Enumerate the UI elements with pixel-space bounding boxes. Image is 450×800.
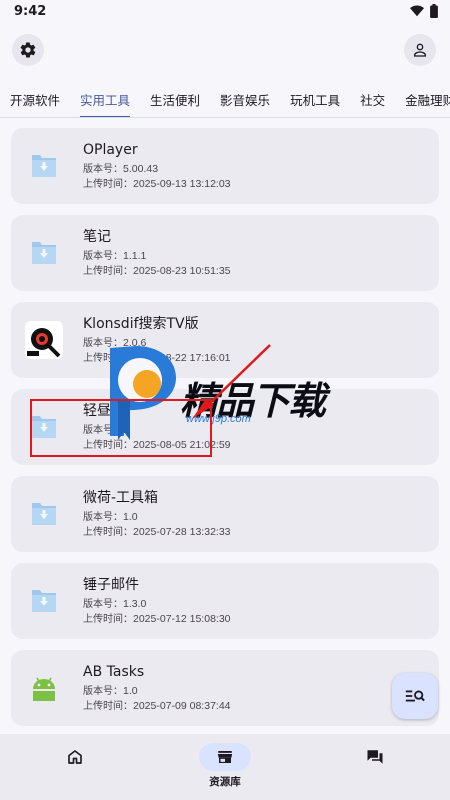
tab-0[interactable]: 开源软件 [0,82,70,117]
app-version: 版本号：1.3.0 [83,597,231,612]
app-card[interactable]: 笔记 版本号：1.1.1 上传时间：2025-08-23 10:51:35 [11,215,439,291]
status-time: 9:42 [14,3,47,19]
app-list: OPlayer 版本号：5.00.43 上传时间：2025-09-13 13:12:… [11,128,439,737]
app-name: Klonsdif搜索TV版 [83,315,199,332]
upload-label: 上传时间： [83,439,133,451]
android-icon [25,669,63,707]
download-box-icon [25,147,63,185]
app-version: 版本号：1.0 [83,510,231,525]
nav-item-store[interactable]: 资源库 [150,734,300,800]
app-name: AB Tasks [83,663,145,680]
app-version: 版本号：1.1.1 [83,249,231,264]
version-value: 1.0 [123,510,138,523]
app-card[interactable]: 微荷-工具箱 版本号：1.0 上传时间：2025-07-28 13:32:33 [11,476,439,552]
app-upload-time: 上传时间：2025-08-05 21:02:59 [83,438,231,453]
version-label: 版本号： [83,511,123,523]
wifi-icon [410,5,424,17]
tab-1[interactable]: 实用工具 [70,82,140,117]
upload-value: 2025-07-12 15:08:30 [133,612,231,625]
download-box-icon [25,495,63,533]
home-icon [49,743,101,771]
search-list-icon [405,690,425,702]
battery-icon [430,4,438,18]
settings-button[interactable] [12,34,44,66]
forum-icon [349,743,401,771]
app-version: 版本号：1 [83,423,231,438]
app-upload-time: 上传时间：2025-07-28 13:32:33 [83,525,231,540]
version-label: 版本号： [83,163,123,175]
app-card[interactable]: 轻昼 版本号：1 上传时间：2025-08-05 21:02:59 [11,389,439,465]
upload-label: 上传时间： [83,700,133,712]
bottom-navigation: 资源库 [0,734,450,800]
status-bar: 9:42 [0,0,450,22]
app-card[interactable]: Klonsdif搜索TV版 版本号：2.0.6 上传时间：2025-08-22 17… [11,302,439,378]
tab-4[interactable]: 玩机工具 [280,82,350,117]
app-upload-time: 上传时间：2025-07-09 08:37:44 [83,699,231,714]
app-upload-time: 上传时间：2025-08-22 17:16:01 [83,351,231,366]
klonsdif-logo-icon [25,321,63,359]
version-label: 版本号： [83,598,123,610]
upload-label: 上传时间： [83,352,133,364]
nav-item-home[interactable] [0,734,150,800]
upload-value: 2025-08-23 10:51:35 [133,264,231,277]
upload-value: 2025-08-22 17:16:01 [133,351,231,364]
nav-label: 资源库 [209,776,241,788]
store-icon [199,743,251,771]
upload-value: 2025-08-05 21:02:59 [133,438,231,451]
app-name: 微荷-工具箱 [83,489,159,506]
category-tabs: 开源软件实用工具生活便利影音娱乐玩机工具社交金融理财 [0,82,450,118]
version-value: 1.3.0 [123,597,147,610]
download-box-icon [25,234,63,272]
version-value: 5.00.43 [123,162,159,175]
app-name: 锤子邮件 [83,576,139,593]
upload-label: 上传时间： [83,265,133,277]
tab-5[interactable]: 社交 [350,82,395,117]
version-value: 1.0 [123,684,138,697]
app-name: 轻昼 [83,402,111,419]
version-label: 版本号： [83,685,123,697]
download-box-icon [25,582,63,620]
app-upload-time: 上传时间：2025-07-12 15:08:30 [83,612,231,627]
upload-value: 2025-07-09 08:37:44 [133,699,231,712]
account-button[interactable] [404,34,436,66]
app-upload-time: 上传时间：2025-09-13 13:12:03 [83,177,231,192]
tab-3[interactable]: 影音娱乐 [210,82,280,117]
app-version: 版本号：2.0.6 [83,336,231,351]
download-box-icon [25,408,63,446]
app-card[interactable]: 锤子邮件 版本号：1.3.0 上传时间：2025-07-12 15:08:30 [11,563,439,639]
search-list-button[interactable] [392,673,438,719]
upload-label: 上传时间： [83,526,133,538]
upload-label: 上传时间： [83,178,133,190]
version-label: 版本号： [83,424,123,436]
upload-label: 上传时间： [83,613,133,625]
tab-2[interactable]: 生活便利 [140,82,210,117]
tab-6[interactable]: 金融理财 [395,82,450,117]
app-version: 版本号：1.0 [83,684,231,699]
app-version: 版本号：5.00.43 [83,162,231,177]
app-upload-time: 上传时间：2025-08-23 10:51:35 [83,264,231,279]
upload-value: 2025-07-28 13:32:33 [133,525,231,538]
gear-icon [20,42,36,58]
app-card[interactable]: AB Tasks 版本号：1.0 上传时间：2025-07-09 08:37:44 [11,650,439,726]
version-value: 1 [123,423,129,436]
version-value: 2.0.6 [123,336,147,349]
upload-value: 2025-09-13 13:12:03 [133,177,231,190]
app-name: 笔记 [83,228,111,245]
person-icon [414,43,426,57]
version-label: 版本号： [83,250,123,262]
nav-item-forum[interactable] [300,734,450,800]
app-card[interactable]: OPlayer 版本号：5.00.43 上传时间：2025-09-13 13:12:… [11,128,439,204]
version-value: 1.1.1 [123,249,147,262]
version-label: 版本号： [83,337,123,349]
app-name: OPlayer [83,141,138,158]
